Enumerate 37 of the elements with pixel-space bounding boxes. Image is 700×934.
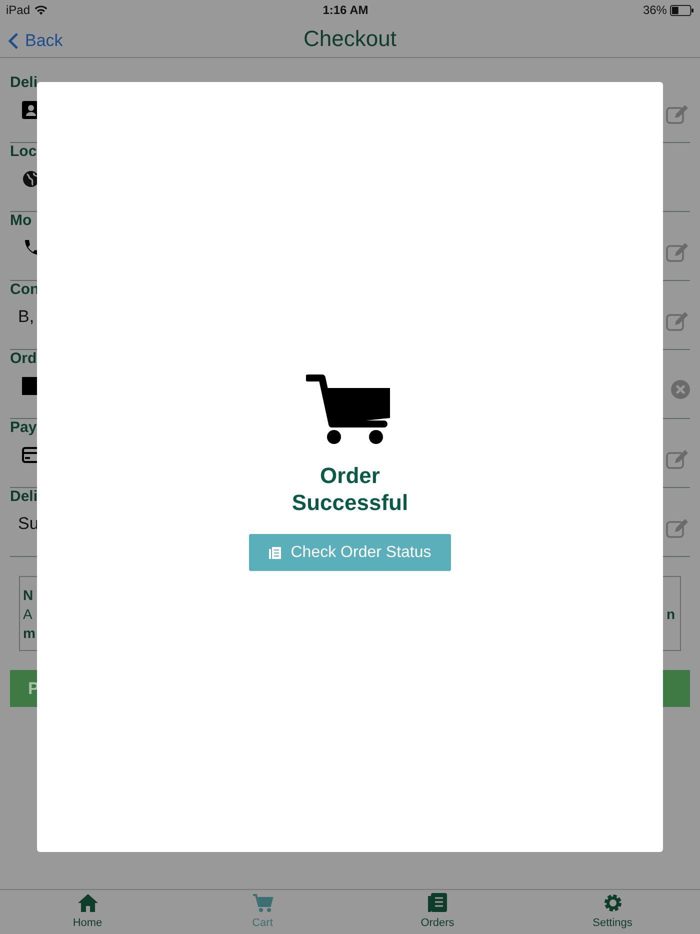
field-label: Ord <box>10 350 37 368</box>
gear-icon <box>602 892 624 914</box>
battery-icon <box>670 4 694 16</box>
field-label: Pay <box>10 419 37 437</box>
status-time: 1:16 AM <box>322 2 368 19</box>
edit-icon[interactable] <box>666 518 690 538</box>
square-icon <box>22 377 40 395</box>
note-text: A <box>23 605 32 624</box>
field-label: Loc <box>10 143 37 161</box>
back-chevron-icon <box>8 32 19 50</box>
tab-item[interactable]: Settings <box>525 890 700 934</box>
success-title: Order Successful <box>290 462 410 516</box>
edit-icon[interactable] <box>666 104 690 124</box>
note-text: m <box>23 624 36 643</box>
cart-icon <box>252 892 274 914</box>
check-order-status-button[interactable]: Check Order Status <box>249 534 451 571</box>
battery-percent: 36% <box>642 2 667 19</box>
field-value: B, <box>18 306 34 328</box>
document-icon <box>426 892 448 914</box>
tab-item[interactable]: Home <box>0 890 175 934</box>
field-label: Mo <box>10 212 32 230</box>
note-text: n <box>666 605 675 624</box>
edit-icon[interactable] <box>666 449 690 469</box>
edit-icon[interactable] <box>666 242 690 262</box>
person-card-icon <box>22 101 40 119</box>
field-label: Deli <box>10 74 38 92</box>
field-label: Deli <box>10 488 38 506</box>
clear-icon[interactable] <box>671 380 690 399</box>
tab-item[interactable]: Orders <box>350 890 525 934</box>
note-text: N <box>23 586 34 605</box>
list-icon <box>268 546 281 558</box>
edit-icon[interactable] <box>666 311 690 331</box>
page-title: Checkout <box>304 25 396 53</box>
wifi-icon <box>34 4 48 16</box>
device-name: iPad <box>6 2 30 19</box>
back-button[interactable]: Back <box>8 28 63 54</box>
house-icon <box>76 892 98 914</box>
